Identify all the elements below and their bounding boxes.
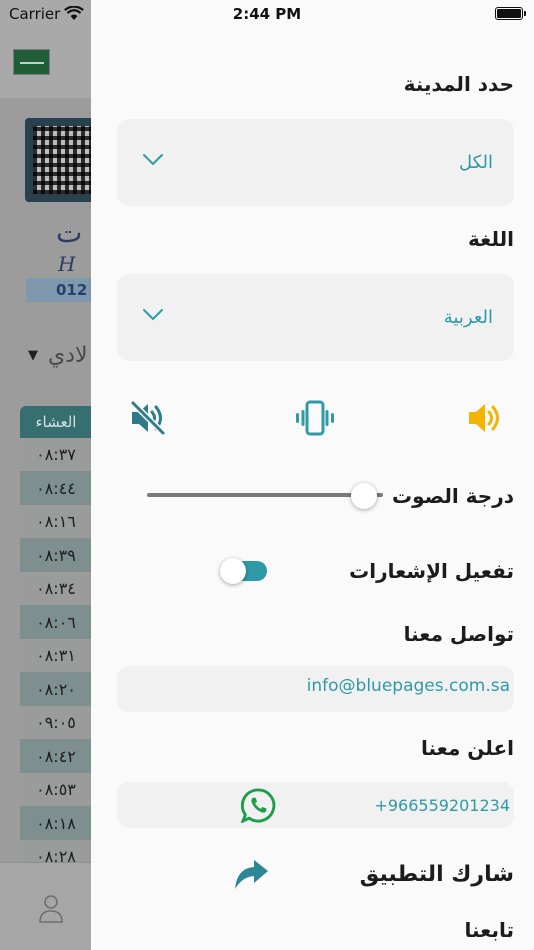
- battery-icon: [495, 7, 526, 20]
- status-time: 2:44 PM: [232, 5, 302, 23]
- volume-slider-thumb[interactable]: [351, 483, 378, 509]
- contact-email-box[interactable]: info@bluepages.com.sa: [117, 666, 514, 712]
- language-select-value: العربية: [443, 307, 493, 328]
- volume-slider-track[interactable]: [147, 493, 383, 497]
- whatsapp-icon[interactable]: [241, 788, 276, 823]
- chevron-down-icon: [143, 154, 163, 166]
- sound-mode-selector: [91, 398, 534, 444]
- city-section-title: حدد المدينة: [403, 72, 514, 96]
- prayer-times-table: العشاء ٠٨:٣٧ ٠٨:٤٤ ٠٨:١٦ ٠٨:٣٩ ٠٨:٣٤ ٠٨:٠٦ ٠٨:…: [20, 406, 92, 874]
- contact-section-title: تواصل معنا: [403, 622, 514, 646]
- city-dropdown[interactable]: ▼ لادي: [28, 343, 88, 368]
- table-header-isha: العشاء: [20, 406, 92, 438]
- mute-icon[interactable]: [128, 398, 168, 438]
- language-select[interactable]: العربية: [117, 274, 514, 361]
- status-bar: Carrier 2:44 PM: [0, 0, 534, 28]
- table-row: ٠٨:١٦: [20, 505, 92, 539]
- follow-section-title: تابعنا: [464, 918, 515, 942]
- table-row: ٠٨:٣٩: [20, 538, 92, 572]
- notifications-toggle-knob[interactable]: [220, 558, 246, 584]
- company-logo: ت H 012: [26, 216, 96, 302]
- table-row: ٠٨:٥٣: [20, 773, 92, 807]
- contact-email[interactable]: info@bluepages.com.sa: [307, 676, 510, 696]
- language-section-title: اللغة: [468, 227, 514, 251]
- table-row: ٠٩:٠٥: [20, 706, 92, 740]
- chevron-down-icon: [143, 309, 163, 321]
- table-row: ٠٨:٤٢: [20, 739, 92, 773]
- table-row: ٠٨:٣٧: [20, 438, 92, 472]
- share-arrow-icon[interactable]: [234, 860, 268, 890]
- vibrate-icon[interactable]: [295, 398, 335, 438]
- saudi-flag-icon[interactable]: [13, 49, 50, 75]
- advertise-phone[interactable]: +966559201234: [374, 796, 510, 815]
- table-row: ٠٨:٢٠: [20, 672, 92, 706]
- share-section-title: شارك التطبيق: [359, 862, 514, 887]
- city-select[interactable]: الكل: [117, 119, 514, 206]
- notifications-label: تفعيل الإشعارات: [349, 559, 514, 583]
- table-row: ٠٨:١٨: [20, 806, 92, 840]
- table-row: ٠٨:٠٦: [20, 605, 92, 639]
- volume-label: درجة الصوت: [392, 484, 514, 508]
- advertise-phone-box[interactable]: +966559201234: [117, 782, 514, 828]
- table-row: ٠٨:٤٤: [20, 471, 92, 505]
- speaker-on-icon[interactable]: [465, 398, 505, 438]
- advertise-section-title: اعلن معنا: [421, 736, 514, 760]
- table-row: ٠٨:٣١: [20, 639, 92, 673]
- user-icon[interactable]: [38, 893, 64, 923]
- caret-down-icon: ▼: [28, 348, 38, 363]
- table-row: ٠٨:٣٤: [20, 572, 92, 606]
- city-select-value: الكل: [458, 152, 493, 173]
- settings-drawer: حدد المدينة الكل اللغة العربية درجة الصو…: [91, 0, 534, 950]
